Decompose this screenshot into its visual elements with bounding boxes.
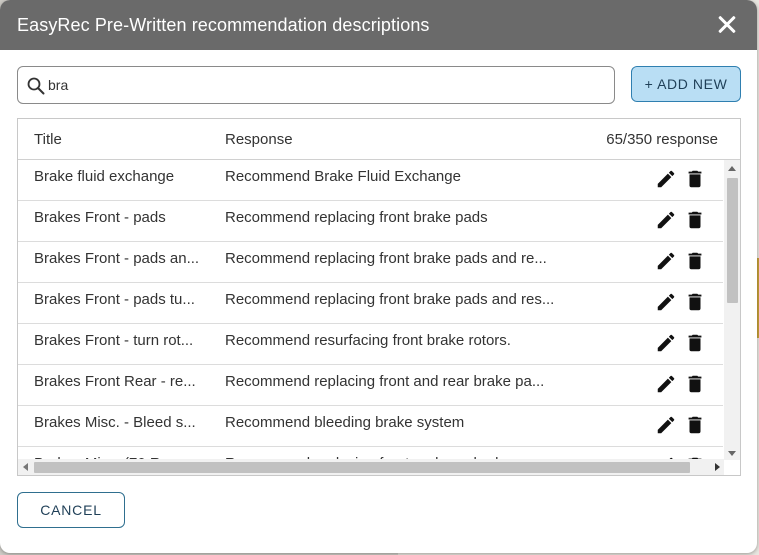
row-title: Brakes Front - turn rot... <box>34 332 194 349</box>
trash-icon[interactable] <box>684 209 706 231</box>
table-row[interactable]: Brakes Front - pads Recommend replacing f… <box>18 201 723 242</box>
column-header-response[interactable]: Response <box>225 131 293 148</box>
row-title: Brakes Front - pads an... <box>34 250 200 267</box>
scroll-down-arrow-icon[interactable] <box>728 451 736 456</box>
cancel-button[interactable]: CANCEL <box>17 492 125 528</box>
search-icon <box>27 77 45 95</box>
row-title: Brakes Misc. - Bleed s... <box>34 414 196 431</box>
descriptions-table: Title Response 65/350 response Brake flu… <box>17 118 741 476</box>
pencil-icon[interactable] <box>655 414 677 436</box>
horizontal-scroll-thumb[interactable] <box>34 462 690 473</box>
table-row[interactable]: Brakes Misc. - Bleed s... Recommend bleed… <box>18 406 723 447</box>
pencil-icon[interactable] <box>655 332 677 354</box>
column-header-title[interactable]: Title <box>34 131 62 148</box>
dialog-title: EasyRec Pre-Written recommendation descr… <box>17 14 430 35</box>
table-row[interactable]: Brakes Front - turn rot... Recommend resu… <box>18 324 723 365</box>
pencil-icon[interactable] <box>655 373 677 395</box>
pencil-icon[interactable] <box>655 291 677 313</box>
search-input[interactable] <box>48 71 608 99</box>
pencil-icon[interactable] <box>655 168 677 190</box>
close-icon[interactable] <box>715 13 739 37</box>
vertical-scroll-thumb[interactable] <box>727 178 738 303</box>
scroll-right-arrow-icon[interactable] <box>715 463 720 471</box>
scroll-up-arrow-icon[interactable] <box>728 166 736 171</box>
row-title: Brakes Front Rear - re... <box>34 373 196 390</box>
trash-icon[interactable] <box>684 291 706 313</box>
trash-icon[interactable] <box>684 332 706 354</box>
row-response: Recommend replacing front and rear brake… <box>225 373 545 390</box>
pencil-icon[interactable] <box>655 250 677 272</box>
table-row[interactable]: Brake fluid exchange Recommend Brake Flui… <box>18 160 723 201</box>
row-response: Recommend replacing front brake pads and… <box>225 291 555 308</box>
column-header-count: 65/350 response <box>606 131 718 148</box>
row-response: Recommend replacing front brake pads <box>225 209 488 226</box>
trash-icon[interactable] <box>684 373 706 395</box>
trash-icon[interactable] <box>684 168 706 190</box>
row-response: Recommend resurfacing front brake rotors… <box>225 332 511 349</box>
add-new-button[interactable]: + ADD NEW <box>631 66 741 102</box>
row-response: Recommend bleeding brake system <box>225 414 465 431</box>
recommendation-descriptions-dialog: EasyRec Pre-Written recommendation descr… <box>0 0 757 553</box>
table-row[interactable]: Brakes Front - pads an... Recommend repla… <box>18 242 723 283</box>
pencil-icon[interactable] <box>655 209 677 231</box>
row-title: Brake fluid exchange <box>34 168 175 185</box>
scroll-left-arrow-icon[interactable] <box>23 463 28 471</box>
row-title: Brakes Front - pads tu... <box>34 291 195 308</box>
trash-icon[interactable] <box>684 414 706 436</box>
vertical-scrollbar[interactable] <box>724 160 740 460</box>
search-row: + ADD NEW <box>17 66 741 104</box>
row-response: Recommend Brake Fluid Exchange <box>225 168 461 185</box>
row-title: Brakes Front - pads <box>34 209 166 226</box>
row-response: Recommend replacing front brake pads and… <box>225 250 547 267</box>
table-row[interactable]: Brakes Front - pads tu... Recommend repla… <box>18 283 723 324</box>
table-body: Brake fluid exchange Recommend Brake Flui… <box>18 160 723 461</box>
table-row[interactable]: Brakes Front Rear - re... Recommend repla… <box>18 365 723 406</box>
horizontal-scrollbar[interactable] <box>18 459 724 475</box>
dialog-header: EasyRec Pre-Written recommendation descr… <box>0 0 757 50</box>
table-header: Title Response 65/350 response <box>18 119 740 160</box>
trash-icon[interactable] <box>684 250 706 272</box>
search-field[interactable] <box>17 66 615 104</box>
